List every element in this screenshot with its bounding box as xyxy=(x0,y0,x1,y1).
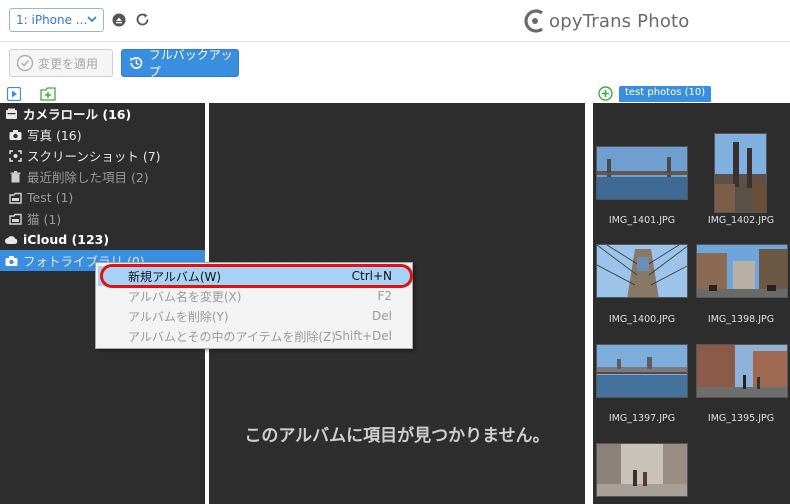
tree-item-test[interactable]: Test (1) xyxy=(0,187,205,208)
photo-filename: IMG_1398.JPG xyxy=(707,314,775,325)
copytrans-logo-icon xyxy=(524,9,543,33)
street-people-photo-image xyxy=(697,345,787,397)
photo-thumbnail[interactable] xyxy=(696,244,788,298)
backup-history-icon xyxy=(130,57,143,69)
shortcut-label: Ctrl+N xyxy=(351,269,392,283)
photo-thumbnail[interactable] xyxy=(596,443,688,497)
add-folder-icon[interactable] xyxy=(40,86,56,101)
album-tab-test-photos[interactable]: test photos (10) xyxy=(619,86,712,102)
play-icon[interactable] xyxy=(7,87,21,101)
photo-thumbnail[interactable] xyxy=(596,344,688,398)
photo-filename: IMG_1402.JPG xyxy=(707,215,775,226)
tree-item-photos[interactable]: 写真 (16) xyxy=(0,124,205,145)
top-bar: 1: iPhone ... opyTrans Photo xyxy=(0,0,790,42)
bridge-street-photo-image xyxy=(715,134,766,212)
photo-filename: IMG_1400.JPG xyxy=(608,314,676,325)
album-icon xyxy=(9,192,22,204)
context-menu-rename-album[interactable]: アルバム名を変更(X) F2 xyxy=(98,286,410,306)
empty-album-message: このアルバムに項目が見つかりません。 xyxy=(244,426,550,446)
full-backup-label: フルバックアップ xyxy=(148,48,233,79)
apply-changes-button[interactable]: 変更を適用 xyxy=(9,49,113,77)
context-menu-delete-album-and-items[interactable]: アルバムとその中のアイテムを削除(Z) Shift+Del xyxy=(98,326,410,346)
tree-item-icloud[interactable]: iCloud (123) xyxy=(0,229,205,250)
album-icon xyxy=(9,213,22,225)
tree-item-recently-deleted[interactable]: 最近削除した項目 (2) xyxy=(0,166,205,187)
photo-filename: IMG_1397.JPG xyxy=(608,413,676,424)
panel-header-strip: test photos (10) xyxy=(0,84,790,103)
camera-icon xyxy=(5,255,18,266)
city-street-photo-image xyxy=(697,245,787,297)
shortcut-label: F2 xyxy=(377,289,392,303)
photo-thumbnail[interactable] xyxy=(696,344,788,398)
context-menu-new-album[interactable]: 新規アルバム(W) Ctrl+N xyxy=(98,266,410,286)
device-select[interactable]: 1: iPhone ... xyxy=(9,8,104,32)
shortcut-label: Shift+Del xyxy=(334,329,392,343)
context-menu-delete-album[interactable]: アルバムを削除(Y) Del xyxy=(98,306,410,326)
photos-panel: IMG_1401.JPG IMG_1402.JPG IMG_1400.JPG I… xyxy=(593,103,790,504)
screenshot-icon xyxy=(9,149,22,162)
tree-item-screenshots[interactable]: スクリーンショット (7) xyxy=(0,145,205,166)
apply-changes-label: 変更を適用 xyxy=(38,56,99,71)
bridge-cables-photo-image xyxy=(597,245,687,297)
toolbar: 変更を適用 フルバックアップ xyxy=(0,43,790,83)
chevron-down-icon xyxy=(87,16,97,23)
shortcut-label: Del xyxy=(372,309,392,323)
logo-text: opyTrans Photo xyxy=(549,10,690,32)
camera-roll-icon xyxy=(6,108,17,119)
tree-item-camera-roll[interactable]: カメラロール (16) xyxy=(0,103,205,124)
camera-icon xyxy=(9,129,22,140)
photo-thumbnail[interactable] xyxy=(596,146,688,200)
trash-icon xyxy=(10,170,21,182)
bridge-photo-image xyxy=(597,147,687,199)
photo-filename: IMG_1395.JPG xyxy=(707,413,775,424)
device-select-label: 1: iPhone ... xyxy=(16,13,88,27)
right-splitter[interactable] xyxy=(585,103,593,504)
tree-item-cat[interactable]: 猫 (1) xyxy=(0,208,205,229)
photo-thumbnail[interactable] xyxy=(714,133,767,213)
check-circle-icon xyxy=(16,54,34,72)
context-menu: 新規アルバム(W) Ctrl+N アルバム名を変更(X) F2 アルバムを削除(… xyxy=(95,262,413,349)
refresh-icon[interactable] xyxy=(135,12,150,27)
plaza-photo-image xyxy=(597,444,687,496)
cloud-icon xyxy=(5,235,18,244)
app-logo: opyTrans Photo xyxy=(522,6,690,36)
eject-icon[interactable] xyxy=(112,13,126,27)
full-backup-button[interactable]: フルバックアップ xyxy=(121,48,239,79)
add-album-icon[interactable] xyxy=(598,86,613,101)
photo-filename: IMG_1401.JPG xyxy=(608,215,676,226)
photo-thumbnail[interactable] xyxy=(596,244,688,298)
skyline-photo-image xyxy=(597,345,687,397)
